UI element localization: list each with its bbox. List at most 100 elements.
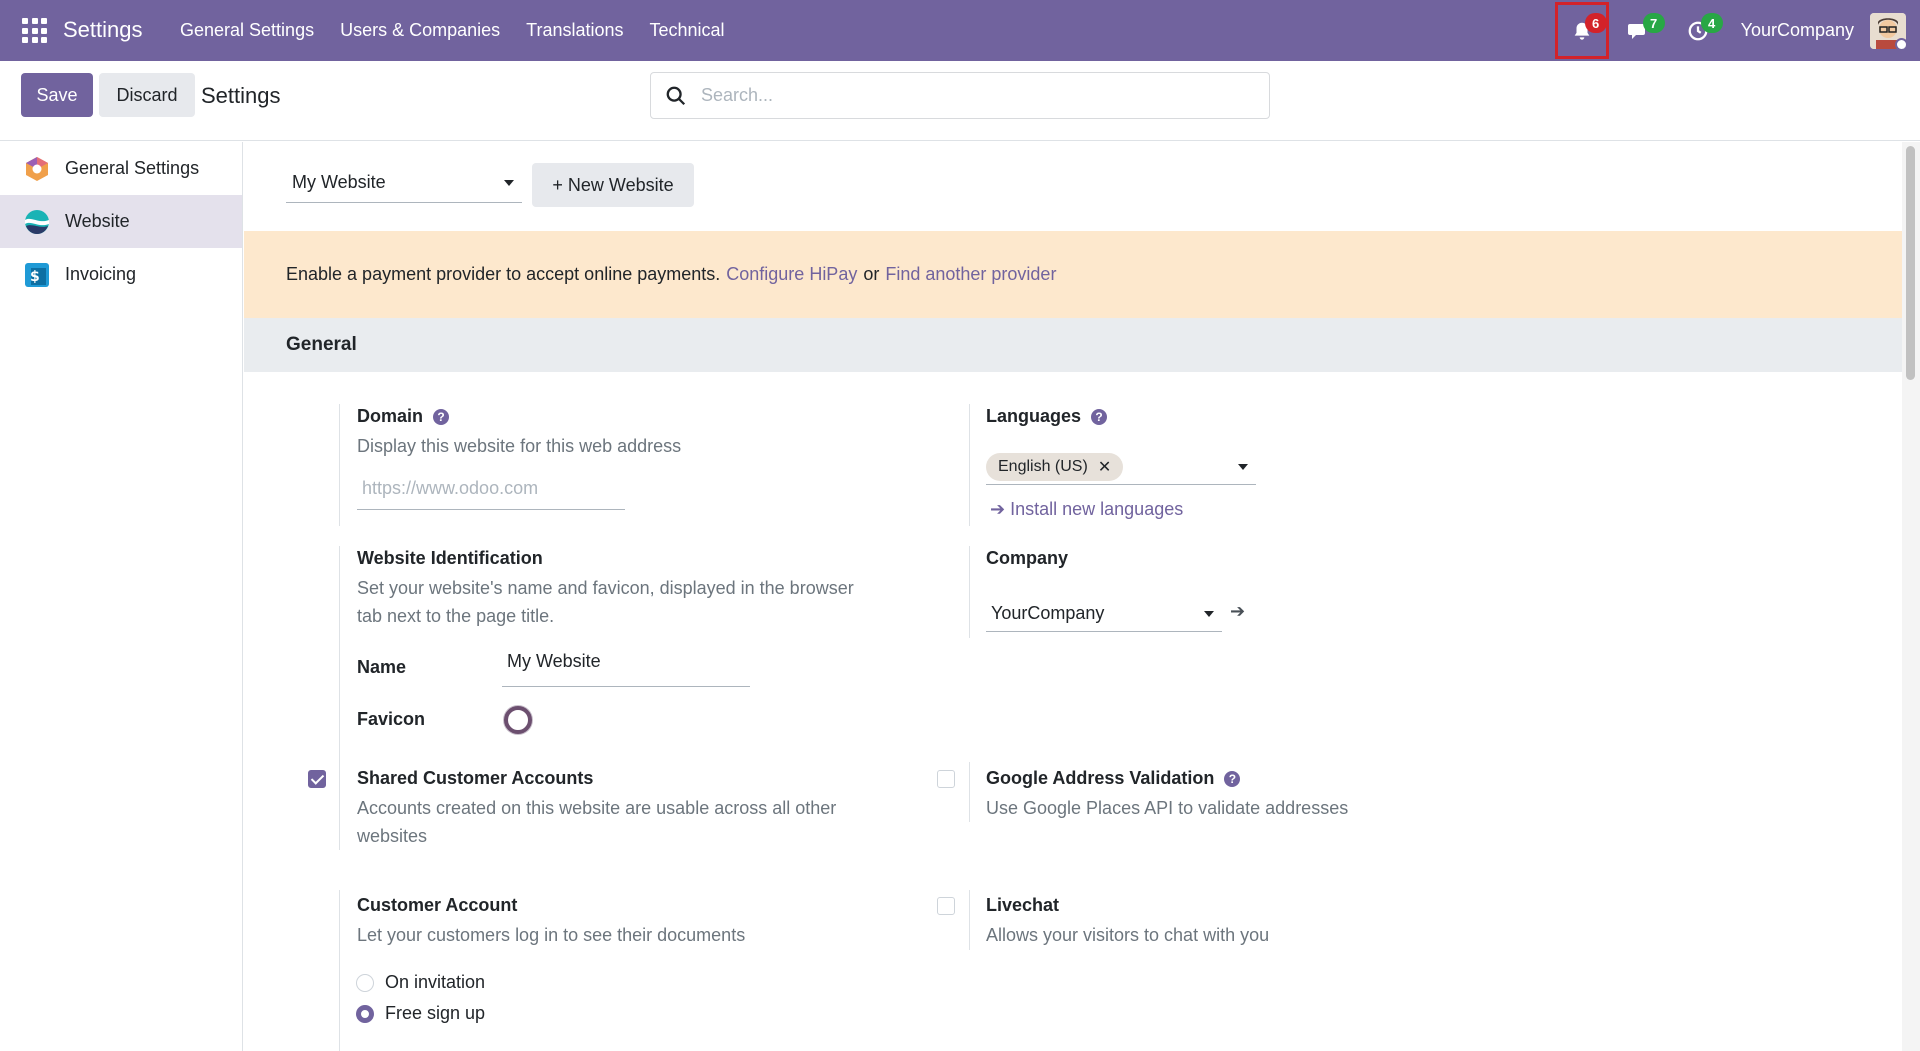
radio-free-sign-up-label[interactable]: Free sign up bbox=[385, 1003, 485, 1024]
save-button[interactable]: Save bbox=[21, 73, 93, 117]
identification-setting-title: Website Identification bbox=[357, 548, 543, 568]
chevron-down-icon bbox=[1204, 611, 1214, 617]
messages-button[interactable]: 7 bbox=[1611, 0, 1669, 61]
install-languages-label: Install new languages bbox=[1010, 499, 1184, 519]
languages-setting-title: Languages? bbox=[986, 406, 1108, 427]
configure-hipay-link[interactable]: Configure HiPay bbox=[726, 264, 857, 285]
menu-users-companies[interactable]: Users & Companies bbox=[334, 20, 506, 41]
company-open-link[interactable]: ➔ bbox=[1230, 601, 1245, 622]
search-icon bbox=[666, 86, 686, 105]
help-icon[interactable]: ? bbox=[1091, 409, 1108, 425]
radio-on-invitation-label[interactable]: On invitation bbox=[385, 972, 485, 993]
chevron-down-icon bbox=[1238, 464, 1248, 470]
website-name-input[interactable] bbox=[507, 651, 750, 672]
sidebar-item-label: Invoicing bbox=[65, 264, 137, 284]
shared-accounts-title: Shared Customer Accounts bbox=[357, 768, 594, 788]
google-address-title: Google Address Validation? bbox=[986, 768, 1241, 789]
close-icon[interactable]: ✕ bbox=[1098, 457, 1111, 477]
google-address-checkbox[interactable] bbox=[937, 770, 955, 788]
new-website-button[interactable]: + New Website bbox=[532, 163, 694, 207]
google-address-desc: Use Google Places API to validate addres… bbox=[986, 798, 1349, 818]
activities-clock-button[interactable]: 4 bbox=[1669, 0, 1727, 61]
settings-main: My Website + New Website Enable a paymen… bbox=[244, 142, 1904, 1051]
favicon-field-label: Favicon bbox=[357, 709, 426, 729]
find-another-provider-link[interactable]: Find another provider bbox=[885, 264, 1056, 285]
scrollbar-thumb[interactable] bbox=[1906, 146, 1915, 380]
setting-divider bbox=[969, 404, 970, 526]
setting-divider bbox=[339, 890, 340, 1051]
activity-bell-button[interactable]: 6 bbox=[1553, 0, 1611, 61]
domain-field[interactable] bbox=[357, 478, 625, 510]
google-address-title-text: Google Address Validation bbox=[986, 768, 1215, 788]
setting-divider bbox=[339, 404, 340, 526]
identification-desc-line: tab next to the page title. bbox=[357, 606, 555, 626]
livechat-title: Livechat bbox=[986, 895, 1060, 915]
domain-title-text: Domain bbox=[357, 406, 424, 426]
user-status-indicator bbox=[1895, 37, 1906, 49]
sidebar-item-general-settings[interactable]: General Settings bbox=[0, 142, 242, 195]
shared-accounts-desc-line: websites bbox=[357, 826, 428, 846]
sidebar-item-invoicing[interactable]: $ Invoicing bbox=[0, 248, 242, 301]
website-selector[interactable]: My Website bbox=[286, 163, 522, 203]
messages-count-badge: 7 bbox=[1642, 13, 1665, 33]
help-icon[interactable]: ? bbox=[1224, 771, 1241, 787]
app-brand[interactable]: Settings bbox=[63, 17, 143, 43]
menu-translations[interactable]: Translations bbox=[520, 20, 629, 41]
user-avatar[interactable] bbox=[1870, 12, 1906, 49]
search-bar[interactable] bbox=[650, 72, 1270, 119]
menu-technical[interactable]: Technical bbox=[644, 20, 731, 41]
setting-divider bbox=[969, 890, 970, 950]
livechat-checkbox[interactable] bbox=[937, 897, 955, 915]
livechat-desc: Allows your visitors to chat with you bbox=[986, 925, 1270, 945]
settings-sidebar: General Settings Website $ Invoicing bbox=[0, 142, 243, 1051]
shared-accounts-desc-line: Accounts created on this website are usa… bbox=[357, 798, 837, 818]
name-field-label: Name bbox=[357, 657, 407, 677]
activity-count-badge: 6 bbox=[1584, 13, 1607, 33]
customer-account-desc: Let your customers log in to see their d… bbox=[357, 925, 746, 945]
company-switcher[interactable]: YourCompany bbox=[1741, 20, 1854, 41]
company-setting-title: Company bbox=[986, 548, 1069, 568]
customer-account-title: Customer Account bbox=[357, 895, 518, 915]
radio-on-invitation[interactable] bbox=[356, 974, 374, 992]
sidebar-item-label: General Settings bbox=[65, 158, 200, 178]
help-icon[interactable]: ? bbox=[433, 409, 450, 425]
arrow-right-icon: ➔ bbox=[1230, 601, 1246, 621]
shared-accounts-desc: Accounts created on this website are usa… bbox=[357, 794, 836, 850]
language-tag-label: English (US) bbox=[998, 458, 1088, 475]
setting-divider bbox=[339, 762, 340, 850]
search-input[interactable] bbox=[701, 85, 1241, 106]
alert-or-text: or bbox=[863, 264, 880, 284]
alert-text: Enable a payment provider to accept onli… bbox=[286, 264, 721, 284]
sidebar-item-website[interactable]: Website bbox=[0, 195, 242, 248]
systray: 6 7 4 YourCompany bbox=[1553, 0, 1920, 61]
language-tag: English (US) ✕ bbox=[986, 453, 1124, 481]
domain-input[interactable] bbox=[362, 478, 625, 499]
top-navbar: Settings General Settings Users & Compan… bbox=[0, 0, 1920, 61]
sidebar-item-label: Website bbox=[65, 211, 130, 231]
shared-accounts-checkbox[interactable] bbox=[308, 770, 326, 788]
website-selector-value: My Website bbox=[292, 172, 386, 192]
discard-button[interactable]: Discard bbox=[99, 73, 195, 117]
domain-setting-desc: Display this website for this web addres… bbox=[357, 436, 682, 456]
page-title: Settings bbox=[201, 83, 281, 108]
company-select-value: YourCompany bbox=[991, 602, 1105, 623]
identification-setting-desc: Set your website's name and favicon, dis… bbox=[357, 574, 854, 630]
svg-text:$: $ bbox=[30, 269, 40, 285]
main-scrollbar[interactable] bbox=[1902, 142, 1920, 1051]
install-languages-link[interactable]: ➔ Install new languages bbox=[990, 499, 1183, 520]
identification-desc-line: Set your website's name and favicon, dis… bbox=[357, 578, 854, 598]
website-name-field[interactable] bbox=[502, 651, 750, 687]
company-select[interactable]: YourCompany bbox=[986, 595, 1222, 632]
languages-title-text: Languages bbox=[986, 406, 1082, 426]
clock-count-badge: 4 bbox=[1700, 13, 1723, 33]
odoo-logo-icon bbox=[26, 156, 48, 181]
arrow-right-icon: ➔ bbox=[990, 499, 1006, 519]
section-title-general: General bbox=[244, 318, 1904, 372]
domain-setting-title: Domain? bbox=[357, 406, 450, 427]
setting-divider bbox=[339, 546, 340, 770]
favicon-upload[interactable] bbox=[504, 706, 532, 734]
menu-general-settings[interactable]: General Settings bbox=[174, 20, 320, 41]
app-grid-icon[interactable] bbox=[22, 18, 47, 43]
setting-divider bbox=[969, 762, 970, 822]
radio-free-sign-up[interactable] bbox=[356, 1005, 374, 1023]
